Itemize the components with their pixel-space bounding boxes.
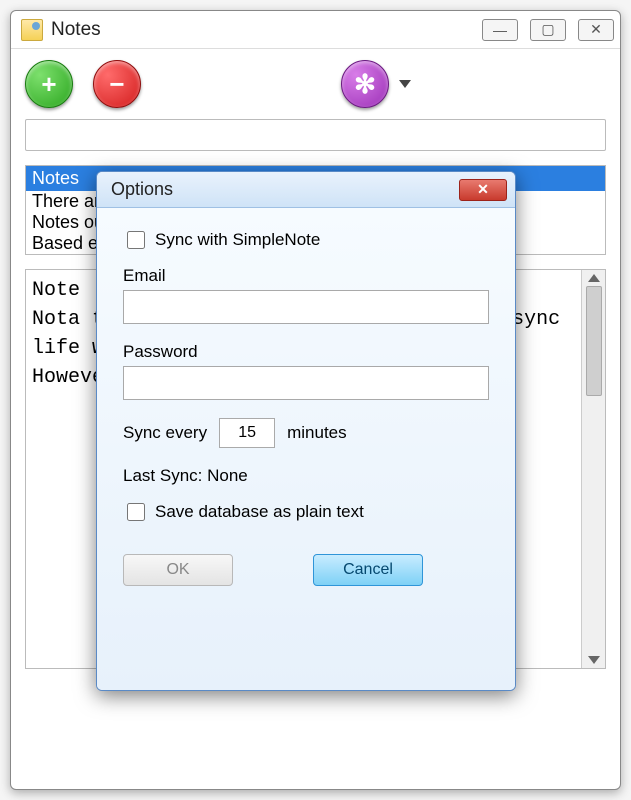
scroll-up-icon[interactable]	[588, 274, 600, 282]
sync-interval-field[interactable]	[219, 418, 275, 448]
settings-group: ✻	[341, 60, 411, 108]
minus-icon: −	[109, 69, 124, 100]
window-title: Notes	[51, 19, 482, 41]
dialog-titlebar: Options ✕	[97, 172, 515, 208]
sync-checkbox[interactable]	[127, 231, 145, 249]
maximize-button[interactable]: ▢	[530, 19, 566, 41]
dialog-close-button[interactable]: ✕	[459, 179, 507, 201]
sync-checkbox-label: Sync with SimpleNote	[155, 230, 320, 250]
save-plain-row: Save database as plain text	[123, 500, 489, 524]
email-label: Email	[123, 266, 489, 286]
plus-icon: +	[41, 69, 56, 100]
toolbar: + − ✻	[11, 49, 620, 119]
main-window: Notes — ▢ ✕ + − ✻ Notes There are few t …	[10, 10, 621, 790]
cancel-button[interactable]: Cancel	[313, 554, 423, 586]
settings-button[interactable]: ✻	[341, 60, 389, 108]
ok-button[interactable]: OK	[123, 554, 233, 586]
sync-checkbox-row: Sync with SimpleNote	[123, 228, 489, 252]
sync-interval-row: Sync every minutes	[123, 418, 489, 448]
scrollbar[interactable]	[581, 270, 605, 668]
delete-note-button[interactable]: −	[93, 60, 141, 108]
password-label: Password	[123, 342, 489, 362]
add-note-button[interactable]: +	[25, 60, 73, 108]
options-dialog: Options ✕ Sync with SimpleNote Email Pas…	[96, 171, 516, 691]
titlebar: Notes — ▢ ✕	[11, 11, 620, 49]
dialog-body: Sync with SimpleNote Email Password Sync…	[97, 208, 515, 690]
email-field[interactable]	[123, 290, 489, 324]
sync-every-label: Sync every	[123, 423, 207, 443]
last-sync-label: Last Sync: None	[123, 466, 489, 486]
search-input[interactable]	[25, 119, 606, 151]
password-field[interactable]	[123, 366, 489, 400]
close-button[interactable]: ✕	[578, 19, 614, 41]
minimize-button[interactable]: —	[482, 19, 518, 41]
save-plain-label: Save database as plain text	[155, 502, 364, 522]
save-plain-checkbox[interactable]	[127, 503, 145, 521]
dialog-buttons: OK Cancel	[123, 554, 489, 586]
sync-minutes-label: minutes	[287, 423, 347, 443]
scroll-thumb[interactable]	[586, 286, 602, 396]
app-icon	[21, 19, 43, 41]
dialog-title: Options	[111, 179, 459, 200]
gear-icon: ✻	[354, 69, 376, 100]
window-buttons: — ▢ ✕	[482, 19, 614, 41]
scroll-down-icon[interactable]	[588, 656, 600, 664]
dropdown-caret-icon[interactable]	[399, 80, 411, 88]
